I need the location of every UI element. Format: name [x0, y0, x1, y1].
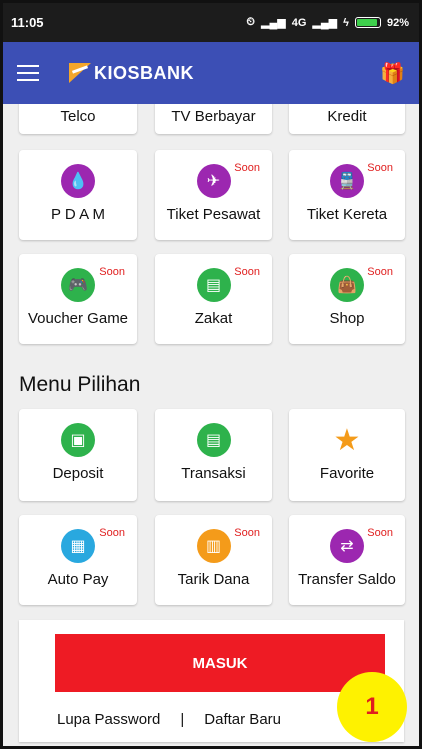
withdraw-icon: ▥	[196, 529, 231, 563]
train-icon: 🚆	[330, 164, 364, 198]
menu-card-transfer-saldo[interactable]: Soon ⇄ Transfer Saldo	[289, 515, 405, 605]
gift-icon[interactable]: 🎁	[380, 61, 405, 86]
service-card-telco[interactable]: Telco	[19, 104, 137, 134]
soon-badge: Soon	[99, 527, 125, 539]
signal-icon-2: ▂▄▆	[312, 17, 338, 29]
star-icon: ★	[333, 423, 361, 457]
menu-card-favorite[interactable]: ★ Favorite	[289, 409, 405, 501]
logo-mark-icon	[69, 63, 91, 83]
charging-icon: ϟ	[343, 16, 349, 29]
signal-icon: ▂▄▆	[261, 17, 286, 29]
phone-screen: 11:05 ⏲ ▂▄▆ 4G ▂▄▆ ϟ 92% KIOSBANK 🎁 Telc…	[0, 0, 422, 749]
service-card-tiket-kereta[interactable]: Soon 🚆 Tiket Kereta	[289, 150, 405, 240]
login-panel: MASUK Lupa Password | Daftar Baru 1	[19, 620, 407, 742]
card-label: Voucher Game	[27, 310, 129, 327]
masuk-button[interactable]: MASUK	[55, 634, 385, 692]
menu-card-auto-pay[interactable]: Soon ▦ Auto Pay	[19, 515, 137, 605]
network-label: 4G	[291, 16, 307, 29]
battery-icon	[354, 17, 381, 28]
menu-card-transaksi[interactable]: ▤ Transaksi	[155, 409, 272, 501]
card-label: Telco	[60, 108, 96, 125]
menu-card-tarik-dana[interactable]: Soon ▥ Tarik Dana	[155, 515, 272, 605]
step-number-badge: 1	[337, 672, 407, 742]
receipt-icon: ▤	[196, 268, 231, 302]
battery-percent: 92%	[386, 16, 409, 29]
soon-badge: Soon	[234, 527, 260, 539]
logo-text: KIOSBANK	[94, 62, 195, 83]
card-label: Kredit	[327, 108, 367, 125]
link-separator: |	[180, 711, 185, 728]
main-content: Telco TV Berbayar Kredit 💧 P D A M Soon …	[3, 104, 419, 746]
card-label: Deposit	[52, 465, 104, 482]
card-label: P D A M	[51, 206, 105, 223]
alarm-icon: ⏲	[246, 16, 256, 28]
bag-icon: 👜	[330, 268, 364, 302]
wallet-icon: ▣	[61, 423, 95, 457]
card-label: Tarik Dana	[177, 571, 250, 588]
soon-badge: Soon	[234, 266, 260, 278]
card-label: Transaksi	[181, 465, 246, 482]
water-icon: 💧	[61, 164, 95, 198]
card-label: Tiket Pesawat	[166, 206, 261, 223]
card-label: Transfer Saldo	[298, 571, 396, 588]
app-logo: KIOSBANK	[69, 63, 194, 84]
register-link[interactable]: Daftar Baru	[204, 711, 281, 728]
status-icons: ⏲ ▂▄▆ 4G ▂▄▆ ϟ 92%	[246, 16, 409, 29]
card-label: Tiket Kereta	[306, 206, 388, 223]
service-card-zakat[interactable]: Soon ▤ Zakat	[155, 254, 272, 344]
card-label: Favorite	[319, 465, 375, 482]
forgot-password-link[interactable]: Lupa Password	[57, 711, 160, 728]
login-links: Lupa Password | Daftar Baru	[19, 711, 319, 728]
menu-icon[interactable]	[17, 65, 39, 81]
card-label: Zakat	[194, 310, 233, 327]
service-card-voucher-game[interactable]: Soon 🎮 Voucher Game	[19, 254, 137, 344]
card-label: Shop	[329, 310, 365, 327]
status-bar: 11:05 ⏲ ▂▄▆ 4G ▂▄▆ ϟ 92%	[3, 3, 419, 42]
card-label: TV Berbayar	[171, 108, 256, 125]
soon-badge: Soon	[99, 266, 125, 278]
card-label: Auto Pay	[47, 571, 109, 588]
soon-badge: Soon	[367, 162, 393, 174]
service-card-tv[interactable]: TV Berbayar	[155, 104, 272, 134]
gamepad-icon: 🎮	[61, 268, 95, 302]
soon-badge: Soon	[367, 527, 393, 539]
service-card-tiket-pesawat[interactable]: Soon ✈ Tiket Pesawat	[155, 150, 272, 240]
service-card-pdam[interactable]: 💧 P D A M	[19, 150, 137, 240]
soon-badge: Soon	[367, 266, 393, 278]
status-time: 11:05	[11, 15, 44, 30]
service-card-shop[interactable]: Soon 👜 Shop	[289, 254, 405, 344]
plane-icon: ✈	[196, 164, 231, 198]
transfer-icon: ⇄	[330, 529, 364, 563]
service-card-kredit[interactable]: Kredit	[289, 104, 405, 134]
soon-badge: Soon	[234, 162, 260, 174]
autopay-icon: ▦	[61, 529, 95, 563]
section-title: Menu Pilihan	[19, 373, 141, 396]
app-bar: KIOSBANK 🎁	[3, 42, 419, 104]
receipt-icon: ▤	[196, 423, 231, 457]
menu-card-deposit[interactable]: ▣ Deposit	[19, 409, 137, 501]
